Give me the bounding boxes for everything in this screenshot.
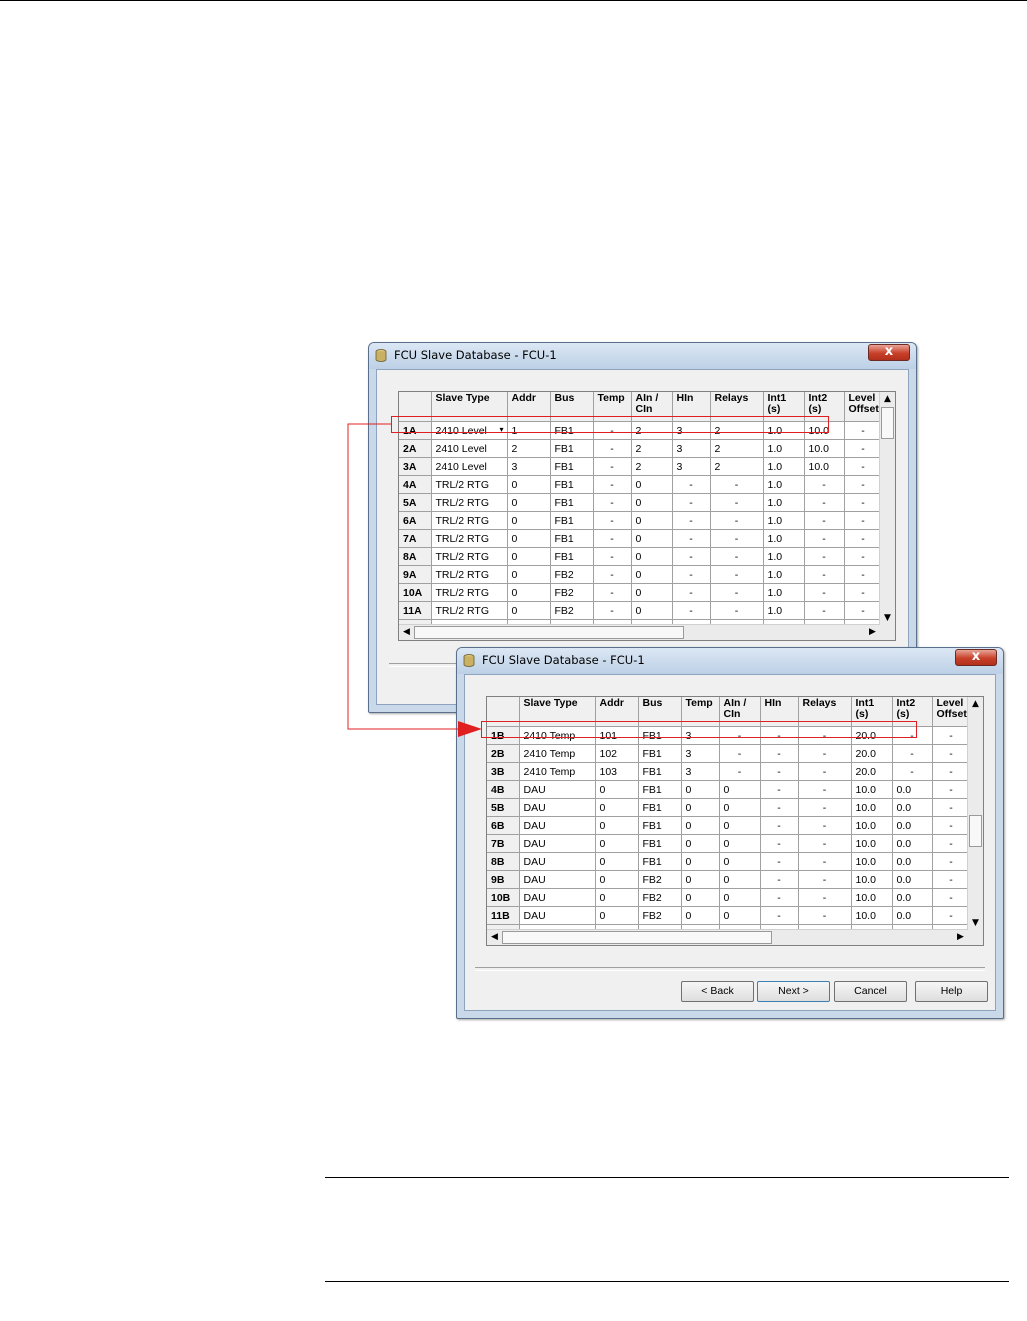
annotation-connector: [347, 423, 482, 737]
connector-line: [347, 423, 458, 730]
connector-arrowhead-icon: [458, 721, 482, 737]
